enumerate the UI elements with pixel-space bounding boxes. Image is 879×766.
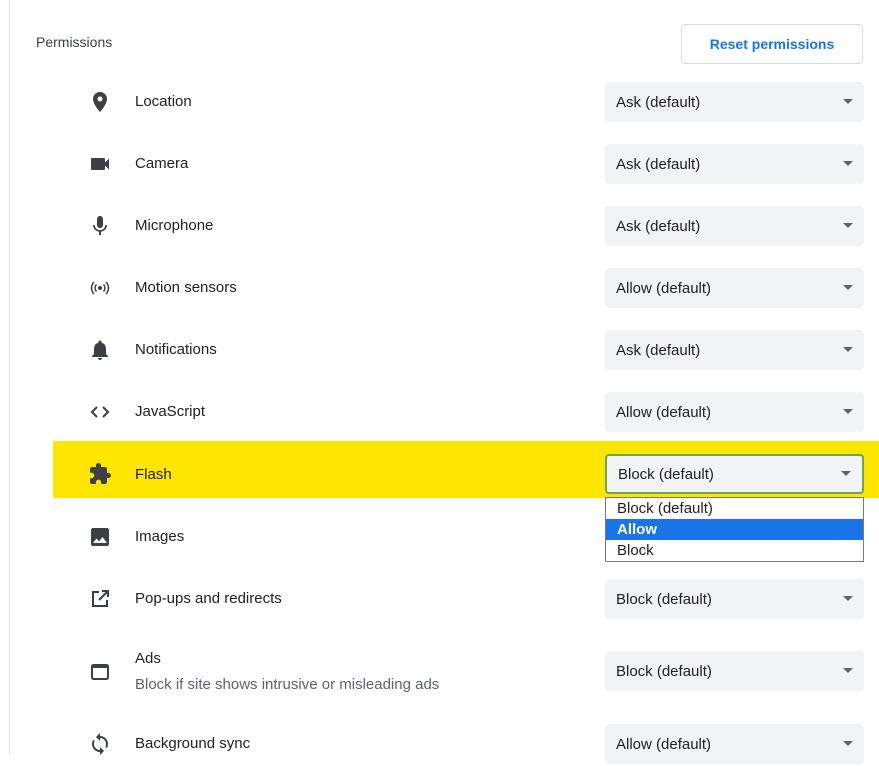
select-value: Ask (default) (616, 93, 701, 111)
chevron-down-icon (843, 596, 853, 601)
image-icon (88, 525, 112, 549)
open-external-icon (88, 587, 112, 611)
select-value: Ask (default) (616, 155, 701, 173)
permission-row-ads: Ads Block if site shows intrusive or mis… (0, 640, 879, 702)
permission-label-images: Images (135, 528, 185, 545)
permission-row-images: Images (0, 515, 879, 559)
permission-label-camera: Camera (135, 155, 189, 172)
permission-row-flash: Flash Block (default) (53, 441, 879, 498)
permission-label-location: Location (135, 93, 192, 110)
location-pin-icon (88, 90, 112, 114)
puzzle-piece-icon (88, 462, 112, 486)
sync-icon (88, 732, 112, 756)
permission-row-microphone: Microphone Ask (default) (0, 204, 879, 248)
select-value: Block (default) (618, 465, 714, 483)
permission-label-popups: Pop-ups and redirects (135, 590, 282, 607)
permission-label-microphone: Microphone (135, 217, 214, 234)
select-value: Ask (default) (616, 217, 701, 235)
permission-select-flash[interactable]: Block (default) (605, 454, 864, 494)
permission-label-background-sync: Background sync (135, 735, 251, 752)
select-value: Allow (default) (616, 279, 712, 297)
permission-row-location: Location Ask (default) (0, 80, 879, 124)
permission-row-camera: Camera Ask (default) (0, 142, 879, 186)
permission-row-motion-sensors: Motion sensors Allow (default) (0, 266, 879, 310)
select-value: Block (default) (616, 590, 712, 608)
window-icon (88, 660, 112, 684)
permission-select-microphone[interactable]: Ask (default) (605, 206, 864, 246)
section-title: Permissions (36, 34, 113, 50)
permission-select-camera[interactable]: Ask (default) (605, 144, 864, 184)
motion-sensors-icon (88, 276, 112, 300)
permission-select-javascript[interactable]: Allow (default) (605, 392, 864, 432)
permission-select-motion-sensors[interactable]: Allow (default) (605, 268, 864, 308)
permission-label-motion-sensors: Motion sensors (135, 279, 237, 296)
permission-row-notifications: Notifications Ask (default) (0, 328, 879, 372)
permission-select-background-sync[interactable]: Allow (default) (605, 724, 864, 764)
chevron-down-icon (843, 741, 853, 746)
select-value: Allow (default) (616, 735, 712, 753)
chevron-down-icon (843, 285, 853, 290)
chevron-down-icon (843, 668, 853, 673)
permission-select-location[interactable]: Ask (default) (605, 82, 864, 122)
permission-row-javascript: JavaScript Allow (default) (0, 390, 879, 434)
select-value: Allow (default) (616, 403, 712, 421)
permission-row-background-sync: Background sync Allow (default) (0, 722, 879, 766)
chevron-down-icon (843, 99, 853, 104)
reset-permissions-button[interactable]: Reset permissions (681, 24, 863, 64)
select-value: Block (default) (616, 662, 712, 680)
chevron-down-icon (843, 347, 853, 352)
permission-select-popups[interactable]: Block (default) (605, 579, 864, 619)
chevron-down-icon (843, 223, 853, 228)
permission-row-popups: Pop-ups and redirects Block (default) (0, 577, 879, 621)
permission-label-flash: Flash (135, 466, 172, 483)
permission-sublabel-ads: Block if site shows intrusive or mislead… (135, 676, 440, 693)
permission-label-javascript: JavaScript (135, 403, 206, 420)
chevron-down-icon (841, 471, 851, 476)
bell-icon (88, 338, 112, 362)
camera-icon (88, 152, 112, 176)
chevron-down-icon (843, 409, 853, 414)
permission-label-ads: Ads (135, 650, 161, 667)
permission-select-ads[interactable]: Block (default) (605, 651, 864, 691)
microphone-icon (88, 214, 112, 238)
code-icon (88, 400, 112, 424)
chevron-down-icon (843, 161, 853, 166)
permission-label-notifications: Notifications (135, 341, 217, 358)
permission-select-notifications[interactable]: Ask (default) (605, 330, 864, 370)
select-value: Ask (default) (616, 341, 701, 359)
